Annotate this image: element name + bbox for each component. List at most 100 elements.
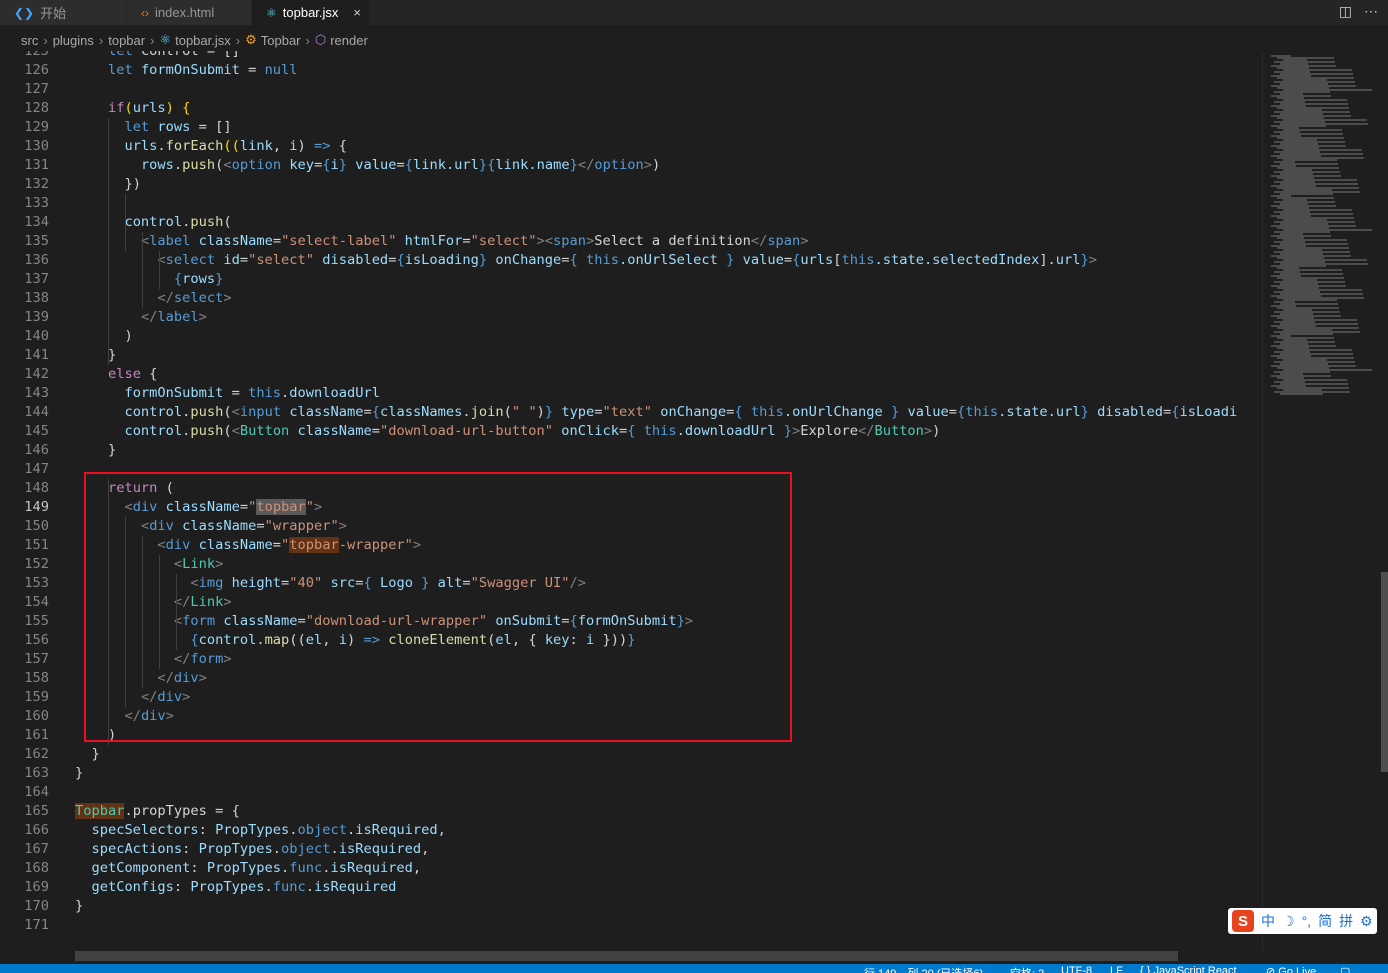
code-line[interactable]: 165 Topbar.propTypes = { xyxy=(0,802,1262,821)
code-line[interactable]: 128 if(urls) { xyxy=(0,99,1262,118)
go-live-button[interactable]: ⊘ Go Live xyxy=(1266,965,1316,973)
code-token: >< xyxy=(536,233,554,249)
cursor-position[interactable]: 行 149，列 20 (已选择6) xyxy=(864,965,983,973)
code-line[interactable]: 145 control.push(<Button className="down… xyxy=(0,422,1262,441)
code-line[interactable]: 171 xyxy=(0,916,1262,935)
code-line[interactable]: 134 control.push( xyxy=(0,213,1262,232)
moon-icon[interactable]: ☽ xyxy=(1282,913,1295,930)
code-line[interactable]: 163} xyxy=(0,764,1262,783)
code-line[interactable]: 137 {rows} xyxy=(0,270,1262,289)
horizontal-scrollbar[interactable] xyxy=(75,951,1178,961)
punctuation-icon[interactable]: °, xyxy=(1302,913,1312,929)
code-line[interactable]: 167 specActions: PropTypes.object.isRequ… xyxy=(0,840,1262,859)
code-token: . xyxy=(462,404,471,420)
code-token: > xyxy=(198,309,207,325)
close-tab-icon[interactable]: × xyxy=(353,5,361,20)
code-token: { xyxy=(149,366,158,382)
breadcrumb-item[interactable]: Topbar xyxy=(261,33,301,48)
code-text: let formOnSubmit = null xyxy=(75,61,298,80)
code-line[interactable]: 133 xyxy=(0,194,1262,213)
breadcrumb-item[interactable]: render xyxy=(330,33,368,48)
code-token: } xyxy=(1080,252,1089,268)
react-file-icon: ⚛ xyxy=(159,32,172,47)
code-token: this xyxy=(841,252,875,268)
code-token: classNames xyxy=(379,404,463,420)
code-token: : xyxy=(173,879,191,895)
code-line[interactable]: 139 </label> xyxy=(0,308,1262,327)
breadcrumb-item[interactable]: topbar.jsx xyxy=(175,33,231,48)
code-token: link.name xyxy=(495,157,570,173)
code-line[interactable]: 131 rows.push(<option key={i} value={lin… xyxy=(0,156,1262,175)
code-token: url xyxy=(1055,252,1081,268)
ime-mode[interactable]: 中 xyxy=(1261,911,1275,931)
code-token: rows xyxy=(157,119,199,135)
breadcrumb-item[interactable]: plugins xyxy=(53,33,94,48)
code-line[interactable]: 142 else { xyxy=(0,365,1262,384)
line-number: 148 xyxy=(24,480,49,496)
code-line[interactable]: 140 ) xyxy=(0,327,1262,346)
code-line[interactable]: 169 getConfigs: PropTypes.func.isRequire… xyxy=(0,878,1262,897)
code-line[interactable]: 162 } xyxy=(0,745,1262,764)
breadcrumb-item[interactable]: topbar xyxy=(108,33,145,48)
language-mode[interactable]: { } JavaScript React xyxy=(1140,965,1237,973)
ime-simplified[interactable]: 简 xyxy=(1318,911,1332,931)
split-editor-icon[interactable]: ◫ xyxy=(1339,3,1352,20)
end-of-line[interactable]: LF xyxy=(1110,965,1123,973)
minimap[interactable] xyxy=(1262,51,1388,951)
code-token: PropTypes xyxy=(198,841,273,857)
code-line[interactable]: 141 } xyxy=(0,346,1262,365)
code-line[interactable]: 130 urls.forEach((link, i) => { xyxy=(0,137,1262,156)
code-token: select xyxy=(165,252,224,268)
notifications-icon[interactable]: ▢ xyxy=(1340,965,1350,973)
code-token: ( xyxy=(223,404,232,420)
code-line[interactable]: 143 formOnSubmit = this.downloadUrl xyxy=(0,384,1262,403)
code-token: className xyxy=(289,404,364,420)
more-actions-icon[interactable]: ⋯ xyxy=(1364,3,1378,20)
sogou-logo-icon[interactable]: S xyxy=(1232,910,1254,932)
code-token: = xyxy=(363,404,372,420)
code-line[interactable]: 166 specSelectors: PropTypes.object.isRe… xyxy=(0,821,1262,840)
code-text: let rows = [] xyxy=(75,118,231,137)
indentation[interactable]: 空格: 2 xyxy=(1010,965,1044,973)
tab-topbar-jsx[interactable]: ⚛ topbar.jsx × xyxy=(252,0,370,25)
code-line[interactable]: 127 xyxy=(0,80,1262,99)
code-line[interactable]: 146 } xyxy=(0,441,1262,460)
code-line[interactable]: 168 getComponent: PropTypes.func.isRequi… xyxy=(0,859,1262,878)
code-line[interactable]: 138 </select> xyxy=(0,289,1262,308)
code-token: </ xyxy=(157,290,174,306)
tab-welcome[interactable]: ❮❯ 开始 xyxy=(0,0,127,25)
code-editor[interactable]: 125 let control = [] 126 let formOnSubmit… xyxy=(0,51,1262,951)
code-token: push xyxy=(190,404,224,420)
settings-icon[interactable]: ⚙ xyxy=(1360,913,1373,930)
code-line[interactable]: 144 control.push(<input className={class… xyxy=(0,403,1262,422)
code-token: } xyxy=(75,898,84,914)
code-line[interactable]: 164 xyxy=(0,783,1262,802)
vertical-scrollbar[interactable] xyxy=(1381,572,1388,772)
code-line[interactable]: 132 }) xyxy=(0,175,1262,194)
code-line[interactable]: 135 <label className="select-label" html… xyxy=(0,232,1262,251)
code-text: </select> xyxy=(75,289,231,308)
code-token: { xyxy=(734,404,751,420)
code-line[interactable]: 170} xyxy=(0,897,1262,916)
line-number: 131 xyxy=(24,157,49,173)
code-token: isRequired xyxy=(338,841,422,857)
minimap-line xyxy=(1280,393,1323,395)
ime-pinyin[interactable]: 拼 xyxy=(1339,911,1353,931)
tab-index-html[interactable]: ‹› index.html xyxy=(127,0,252,25)
line-number: 149 xyxy=(24,499,49,515)
encoding[interactable]: UTF-8 xyxy=(1061,965,1092,973)
code-line[interactable]: 136 <select id="select" disabled={isLoad… xyxy=(0,251,1262,270)
line-number: 133 xyxy=(24,195,49,211)
chevron-right-icon: › xyxy=(98,32,104,48)
code-token: . xyxy=(330,841,339,857)
code-line[interactable]: 129 let rows = [] xyxy=(0,118,1262,137)
class-symbol-icon: ⚙ xyxy=(245,32,257,47)
breadcrumb-item[interactable]: src xyxy=(21,33,38,48)
code-line[interactable]: 125 let control = [] xyxy=(0,51,1262,61)
code-line[interactable]: 126 let formOnSubmit = null xyxy=(0,61,1262,80)
line-number: 141 xyxy=(24,347,49,363)
line-number: 135 xyxy=(24,233,49,249)
